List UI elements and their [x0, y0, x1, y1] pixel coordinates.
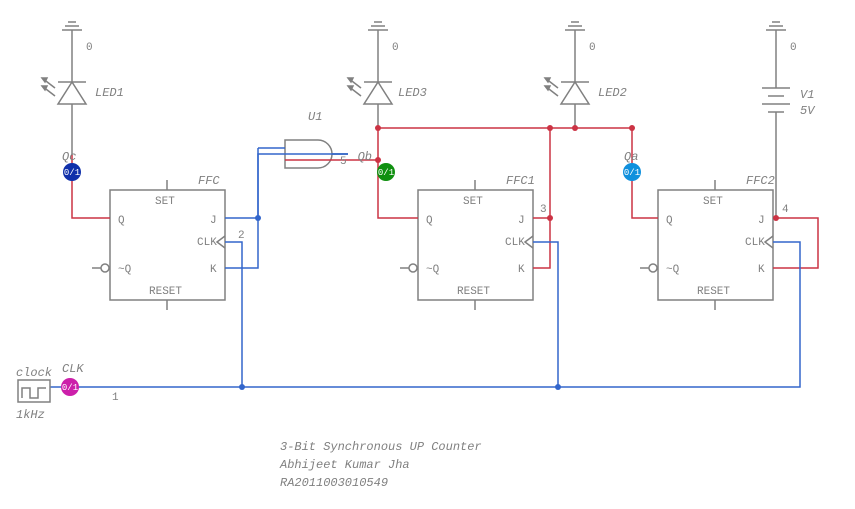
svg-text:Q: Q	[118, 215, 125, 227]
gnd-label-3: 0	[392, 42, 399, 54]
svg-text:0/1: 0/1	[378, 168, 394, 178]
v1-value: 5V	[800, 104, 816, 118]
caption-author: Abhijeet Kumar Jha	[279, 458, 410, 472]
svg-text:RESET: RESET	[149, 286, 182, 298]
led3-label: LED3	[398, 86, 427, 100]
led2-label: LED2	[598, 86, 627, 100]
svg-text:0/1: 0/1	[62, 383, 78, 393]
gnd-label-1: 0	[86, 42, 93, 54]
qa-label: Qa	[624, 150, 638, 164]
gnd-label-v1: 0	[790, 42, 797, 54]
netnum-4: 4	[782, 204, 789, 216]
svg-text:RESET: RESET	[457, 286, 490, 298]
svg-text:K: K	[518, 264, 525, 276]
probe-qb: 0/1	[377, 163, 395, 181]
svg-text:RESET: RESET	[697, 286, 730, 298]
ffc1: SET RESET Q ~Q J CLK K	[400, 180, 533, 310]
net-u1out	[225, 154, 348, 268]
led1-label: LED1	[95, 86, 124, 100]
net-qa-k1	[533, 128, 550, 268]
svg-text:Q: Q	[426, 215, 433, 227]
qc-label: Qc	[62, 150, 76, 164]
netnum-5: 5	[340, 156, 347, 168]
caption-title: 3-Bit Synchronous UP Counter	[280, 440, 482, 454]
svg-text:SET: SET	[155, 196, 175, 208]
svg-text:~Q: ~Q	[118, 264, 132, 276]
net-qc	[72, 155, 110, 218]
v1-label: V1	[800, 88, 814, 102]
ffc2: SET RESET Q ~Q J CLK K	[640, 180, 773, 310]
ground-led1	[62, 22, 82, 45]
led2	[545, 45, 589, 128]
clock-source	[18, 380, 50, 402]
svg-text:K: K	[758, 264, 765, 276]
ffc2-label: FFC2	[746, 174, 775, 188]
qb-label: Qb	[358, 150, 372, 164]
ground-led3	[368, 22, 388, 45]
v1	[762, 45, 790, 218]
svg-text:CLK: CLK	[745, 237, 765, 249]
net-qa-up	[575, 128, 658, 218]
svg-text:Q: Q	[666, 215, 673, 227]
svg-text:J: J	[758, 215, 765, 227]
led3	[348, 45, 392, 128]
svg-text:~Q: ~Q	[666, 264, 680, 276]
clk-net-label: CLK	[62, 362, 84, 376]
gnd-label-2: 0	[589, 42, 596, 54]
svg-text:SET: SET	[703, 196, 723, 208]
svg-text:CLK: CLK	[197, 237, 217, 249]
ffc: SET RESET Q ~Q J CLK K	[92, 180, 225, 310]
netnum-2: 2	[238, 230, 245, 242]
net-clk-ffc1	[242, 242, 558, 387]
svg-text:0/1: 0/1	[624, 168, 640, 178]
caption-id: RA2011003010549	[280, 476, 388, 490]
netnum-1: 1	[112, 392, 119, 404]
svg-text:J: J	[518, 215, 525, 227]
ffc1-label: FFC1	[506, 174, 535, 188]
u1-label: U1	[308, 110, 322, 124]
svg-text:J: J	[210, 215, 217, 227]
led1	[42, 45, 86, 155]
net-vcc-k2	[773, 218, 818, 268]
clock-freq: 1kHz	[16, 408, 45, 422]
svg-text:CLK: CLK	[505, 237, 525, 249]
probe-clk: 0/1	[61, 378, 79, 396]
ground-v1	[766, 22, 786, 45]
svg-text:0/1: 0/1	[64, 168, 80, 178]
probe-qc: 0/1	[63, 163, 81, 181]
svg-text:~Q: ~Q	[426, 264, 440, 276]
schematic-canvas[interactable]: 0 0 0 0 LED1	[0, 0, 855, 509]
probe-qa: 0/1	[623, 163, 641, 181]
ffc-label: FFC	[198, 174, 220, 188]
clock-label: clock	[16, 366, 53, 380]
svg-text:K: K	[210, 264, 217, 276]
netnum-3: 3	[540, 204, 547, 216]
svg-text:SET: SET	[463, 196, 483, 208]
ground-led2	[565, 22, 585, 45]
